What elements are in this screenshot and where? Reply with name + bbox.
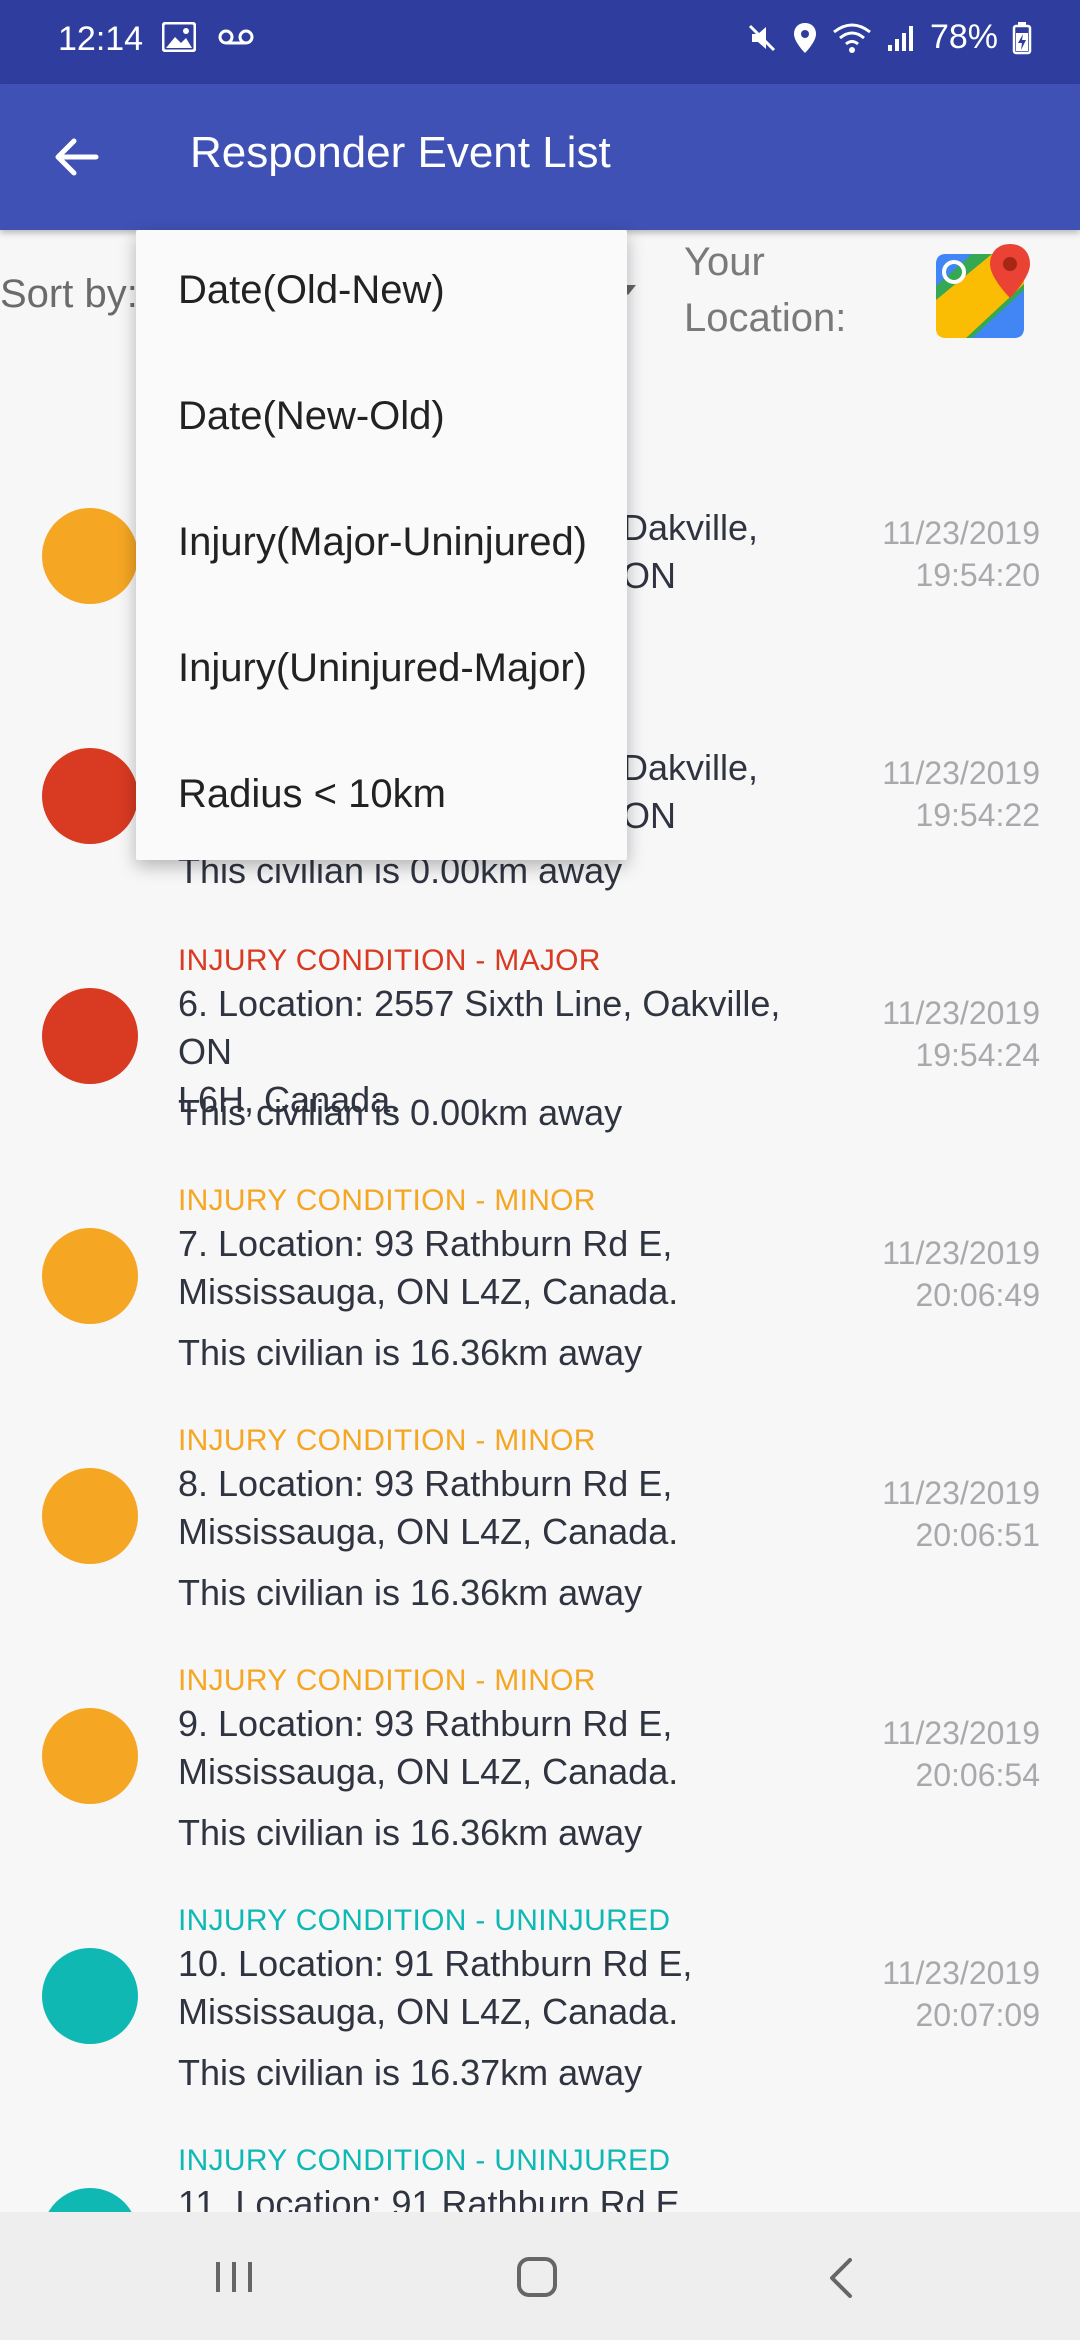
injury-condition: INJURY CONDITION - MINOR — [178, 1664, 596, 1697]
severity-dot-uninjured — [42, 1948, 138, 2044]
injury-condition: INJURY CONDITION - MINOR — [178, 1424, 596, 1457]
event-address: Dakville, ON — [622, 507, 759, 596]
severity-dot-minor — [42, 1468, 138, 1564]
event-address: 7. Location: 93 Rathburn Rd E, Mississaug… — [178, 1223, 679, 1312]
severity-dot-minor — [42, 508, 138, 604]
event-timestamp: 11/23/2019 19:54:20 — [882, 515, 1040, 593]
event-address: Dakville, ON — [622, 747, 759, 836]
injury-condition: INJURY CONDITION - MINOR — [178, 1184, 596, 1217]
sort-option-injury-major-uninjured[interactable]: Injury(Major-Uninjured) — [178, 520, 587, 565]
injury-condition: INJURY CONDITION - UNINJURED — [178, 2144, 671, 2177]
list-item[interactable]: INJURY CONDITION - UNINJURED 11. Locatio… — [0, 2130, 1080, 2212]
event-timestamp: 11/23/2019 20:06:54 — [882, 1715, 1040, 1793]
sort-option-radius[interactable]: Radius < 10km — [178, 772, 446, 817]
sort-label: Sort by: — [0, 272, 138, 316]
event-timestamp: 11/23/2019 19:54:24 — [882, 995, 1040, 1073]
sort-dropdown-menu: Date(Old-New) Date(New-Old) Injury(Major… — [136, 230, 627, 860]
event-distance: This civilian is 16.37km away — [178, 2052, 643, 2093]
event-distance: This civilian is 16.36km away — [178, 1332, 643, 1373]
list-item[interactable]: INJURY CONDITION - UNINJURED 10. Locatio… — [0, 1890, 1080, 2130]
home-icon[interactable] — [516, 2256, 558, 2298]
event-distance: This civilian is 16.36km away — [178, 1572, 643, 1613]
injury-condition: INJURY CONDITION - MAJOR — [178, 944, 601, 977]
list-item[interactable]: INJURY CONDITION - MINOR 9. Location: 93… — [0, 1650, 1080, 1890]
severity-dot-minor — [42, 1708, 138, 1804]
event-distance: This civilian is 0.00km away — [178, 1092, 623, 1133]
severity-dot-minor — [42, 1228, 138, 1324]
event-timestamp: 11/23/2019 20:06:49 — [882, 1235, 1040, 1313]
injury-condition: INJURY CONDITION - UNINJURED — [178, 1904, 671, 1937]
list-item[interactable]: INJURY CONDITION - MINOR 7. Location: 93… — [0, 1170, 1080, 1410]
event-address: 10. Location: 91 Rathburn Rd E, Mississau… — [178, 1943, 693, 2032]
event-timestamp: 11/23/2019 19:54:22 — [882, 755, 1040, 833]
sort-option-date-new-old[interactable]: Date(New-Old) — [178, 394, 445, 439]
event-timestamp: 11/23/2019 20:06:51 — [882, 1475, 1040, 1553]
event-address: 11. Location: 91 Rathburn Rd E — [178, 2183, 680, 2212]
nav-back-icon[interactable] — [826, 2256, 856, 2300]
event-address: 9. Location: 93 Rathburn Rd E, Mississaug… — [178, 1703, 679, 1792]
sort-option-date-old-new[interactable]: Date(Old-New) — [178, 268, 445, 313]
event-address: 8. Location: 93 Rathburn Rd E, Mississaug… — [178, 1463, 679, 1552]
event-timestamp: 11/23/2019 20:07:09 — [882, 1955, 1040, 2033]
recent-apps-icon[interactable] — [214, 2260, 254, 2294]
google-maps-icon[interactable] — [932, 240, 1038, 340]
severity-dot-major — [42, 988, 138, 1084]
event-distance: This civilian is 16.36km away — [178, 1812, 643, 1853]
list-item[interactable]: INJURY CONDITION - MINOR 8. Location: 93… — [0, 1410, 1080, 1650]
severity-dot-uninjured — [42, 2188, 138, 2212]
list-item[interactable]: INJURY CONDITION - MAJOR 6. Location: 25… — [0, 930, 1080, 1170]
system-nav-bar — [0, 2212, 1080, 2340]
sort-option-injury-uninjured-major[interactable]: Injury(Uninjured-Major) — [178, 646, 587, 691]
severity-dot-major — [42, 748, 138, 844]
your-location-label: Your Location: — [684, 240, 847, 340]
